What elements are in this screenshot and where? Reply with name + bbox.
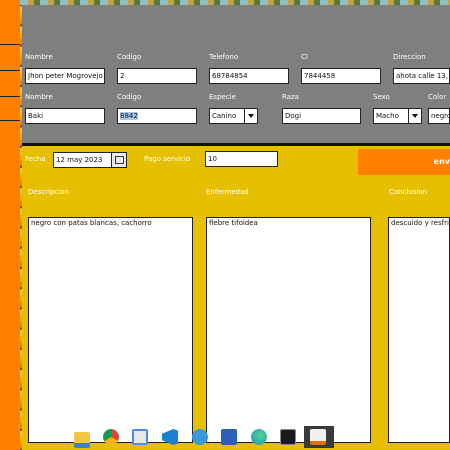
terminal-icon[interactable] xyxy=(280,429,296,445)
taskbar xyxy=(70,426,340,448)
pet-code-selection: 8842 xyxy=(120,112,138,120)
owner-code-field[interactable]: 2 xyxy=(117,68,197,84)
store-icon[interactable] xyxy=(132,429,148,445)
description-textarea[interactable]: negro con patas blancas, cachorro xyxy=(28,217,193,443)
pet-sex-label: Sexo xyxy=(373,93,390,101)
chevron-down-icon[interactable] xyxy=(408,109,421,123)
pet-breed-field[interactable]: Dogi xyxy=(282,108,361,124)
payment-label: Pago servicio xyxy=(144,155,191,163)
chrome-icon[interactable] xyxy=(103,429,119,445)
vscode-icon[interactable] xyxy=(162,429,178,445)
date-value: 12 may 2023 xyxy=(56,156,103,164)
send-button[interactable]: env xyxy=(358,149,450,175)
pet-code-label: Codigo xyxy=(117,93,142,101)
conclusion-label: Conclusion xyxy=(389,188,428,196)
pet-name-field[interactable]: Baki xyxy=(25,108,105,124)
pet-code-field[interactable]: 8842 xyxy=(117,108,197,124)
pet-sex-value: Macho xyxy=(376,112,399,120)
owner-code-label: Codigo xyxy=(117,53,142,61)
payment-field[interactable]: 10 xyxy=(205,151,278,167)
owner-phone-field[interactable]: 68784854 xyxy=(209,68,289,84)
owner-name-field[interactable]: Jhon peter Mogrovejo xyxy=(25,68,105,84)
owner-address-label: Direccion xyxy=(393,53,426,61)
pet-breed-label: Raza xyxy=(282,93,299,101)
calendar-icon[interactable] xyxy=(111,153,126,167)
side-strip xyxy=(0,0,20,450)
chevron-down-icon[interactable] xyxy=(244,109,257,123)
word-icon[interactable] xyxy=(221,429,237,445)
illness-textarea[interactable]: fiebre tifoidea xyxy=(206,217,371,443)
pet-species-label: Especie xyxy=(209,93,236,101)
pet-name-label: Nombre xyxy=(25,93,53,101)
edge-icon[interactable] xyxy=(251,429,267,445)
owner-address-field[interactable]: ahota calle 13, 8 xyxy=(393,68,450,84)
date-picker[interactable]: 12 may 2023 xyxy=(53,152,127,168)
pet-sex-select[interactable]: Macho xyxy=(373,108,422,124)
owner-phone-label: Telefono xyxy=(209,53,239,61)
java-icon[interactable] xyxy=(310,429,326,445)
pet-color-field[interactable]: negro xyxy=(428,108,450,124)
owner-ci-field[interactable]: 7844458 xyxy=(301,68,381,84)
owner-name-label: Nombre xyxy=(25,53,53,61)
date-label: Fecha xyxy=(25,155,46,163)
file-explorer-icon[interactable] xyxy=(74,432,90,448)
form-body: Fecha 12 may 2023 Pago servicio 10 Descr… xyxy=(22,146,450,450)
conclusion-textarea[interactable]: descuido y resfrios xyxy=(388,217,450,443)
header-panel: Nombre Codigo Telefono CI Direccion Jhon… xyxy=(22,5,450,143)
pet-species-select[interactable]: Canino xyxy=(209,108,258,124)
description-label: Descripcion xyxy=(28,188,69,196)
owner-ci-label: CI xyxy=(301,53,308,61)
illness-label: Enfermedad xyxy=(206,188,249,196)
pet-color-label: Color xyxy=(428,93,447,101)
app-icon[interactable] xyxy=(192,429,208,445)
pet-species-value: Canino xyxy=(212,112,237,120)
